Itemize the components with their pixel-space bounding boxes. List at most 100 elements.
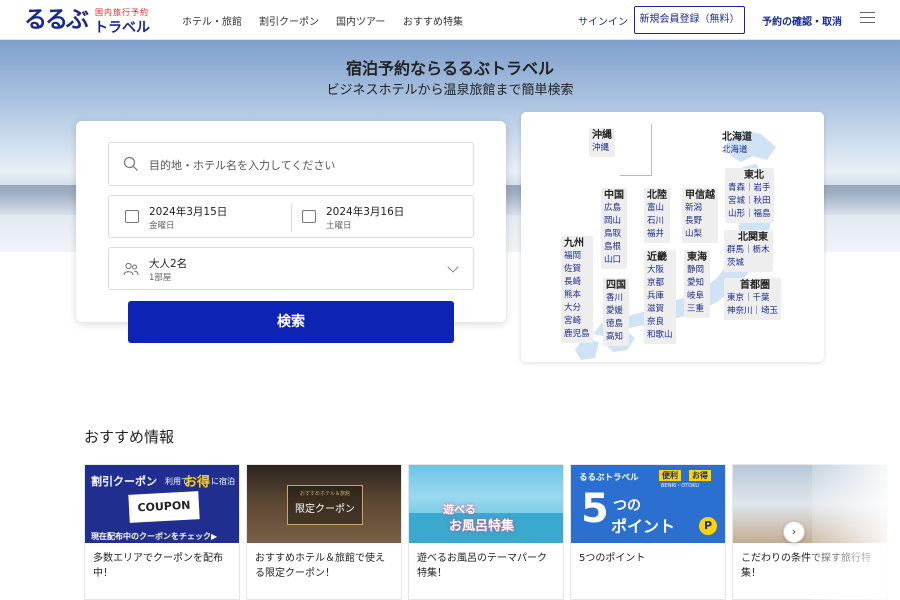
region-tohoku[interactable]: 東北 青森｜岩手 宮城｜秋田 山形｜福島 (725, 168, 774, 223)
pref-link[interactable]: 香川 (606, 292, 626, 305)
pref-link[interactable]: 山梨 (685, 228, 715, 241)
recommend-card-bath-theme[interactable]: 遊べる お風呂特集 遊べるお風呂のテーマパーク特集！ (408, 464, 564, 600)
pref-link[interactable]: 熊本 (564, 289, 590, 302)
region-shikoku[interactable]: 四国 香川 愛媛 徳島 高知 (603, 278, 629, 346)
pref-link[interactable]: 東京｜千葉 (727, 292, 778, 305)
region-tokai[interactable]: 東海 静岡 愛知 岐阜 三重 (684, 250, 710, 318)
card-caption: 遊べるお風呂のテーマパーク特集！ (417, 553, 547, 579)
region-name: 沖縄 (592, 130, 612, 141)
region-name: 首都圏 (740, 280, 770, 291)
pref-link[interactable]: 岡山 (604, 215, 624, 228)
date-divider (291, 203, 292, 232)
calendar-icon (302, 210, 316, 223)
pool-image: 遊べる お風呂特集 (409, 465, 563, 543)
destination-placeholder: 目的地・ホテル名を入力してください (149, 159, 336, 172)
nav-feature[interactable]: おすすめ特集 (403, 13, 463, 28)
recommend-card-five-points[interactable]: るるぶトラベル 便利 お得 BENRI・OTOKU 5 つの ポイント P 5つ… (570, 464, 726, 600)
pref-link[interactable]: 大阪 (647, 264, 673, 277)
region-kinki[interactable]: 近畿 大阪 京都 兵庫 滋賀 奈良 和歌山 (644, 250, 676, 344)
destination-input[interactable]: 目的地・ホテル名を入力してください (108, 142, 474, 186)
pref-link[interactable]: 福岡 (564, 250, 590, 263)
pref-link[interactable]: 高知 (606, 331, 626, 344)
banner-text: 現在配布中のクーポンをチェック▶ (91, 532, 218, 541)
pref-link[interactable]: 徳島 (606, 318, 626, 331)
pref-link[interactable]: 鳥取 (604, 228, 624, 241)
card-caption: おすすめホテル＆旅館で使える限定クーポン！ (255, 553, 385, 579)
search-icon (123, 156, 138, 171)
region-kitakanto[interactable]: 北関東 群馬｜栃木 茨城 (724, 230, 773, 272)
checkout-date: 2024年3月16日 (326, 206, 405, 218)
pref-link[interactable]: 山口 (604, 254, 624, 267)
pref-link[interactable]: 北海道 (722, 144, 752, 157)
japan-area-map: 沖縄 沖縄 北海道 北海道 東北 青森｜岩手 宮城｜秋田 山形｜福島 中国 広島… (521, 112, 824, 362)
region-kyushu[interactable]: 九州 福岡 佐賀 長崎 熊本 大分 宮崎 鹿児島 (561, 236, 593, 343)
region-shutoken[interactable]: 首都圏 東京｜千葉 神奈川｜埼玉 (724, 278, 782, 320)
register-button[interactable]: 新規会員登録（無料） (634, 6, 745, 34)
hamburger-icon[interactable] (860, 12, 875, 25)
guests-select[interactable]: 大人2名 1部屋 (108, 247, 474, 290)
section-title: おすすめ情報 (84, 428, 175, 446)
banner-tag: 便利 (659, 470, 681, 481)
banner-text: るるぶトラベル (579, 473, 639, 483)
pref-link[interactable]: 奈良 (647, 316, 673, 329)
pref-link[interactable]: 長崎 (564, 276, 590, 289)
pref-link[interactable]: 群馬｜栃木 (727, 244, 770, 257)
region-name: 北関東 (738, 232, 768, 243)
pref-link[interactable]: 鹿児島 (564, 328, 590, 341)
pref-link[interactable]: 兵庫 (647, 290, 673, 303)
pref-link[interactable]: 京都 (647, 277, 673, 290)
search-button[interactable]: 検索 (128, 301, 454, 343)
pref-link[interactable]: 大分 (564, 302, 590, 315)
nav-hotel[interactable]: ホテル・旅館 (182, 13, 242, 28)
header: るるぶ 国内旅行予約 トラベル ホテル・旅館 割引クーポン 国内ツアー おすすめ… (0, 0, 900, 40)
sign-frame: おすすめホテル＆旅館 限定クーポン (287, 485, 363, 525)
chevron-right-icon[interactable]: › (783, 521, 805, 543)
checkin-weekday: 金曜日 (149, 221, 175, 231)
region-name: 近畿 (647, 252, 667, 263)
hero-subtitle: ビジネスホテルから温泉旅館まで簡単検索 (326, 83, 574, 98)
banner-text: BENRI・OTOKU (661, 483, 700, 489)
region-hokuriku[interactable]: 北陸 富山 石川 福井 (644, 188, 670, 243)
recommend-card-limited-coupon[interactable]: おすすめホテル＆旅館 限定クーポン おすすめホテル＆旅館で使える限定クーポン！ (246, 464, 402, 600)
pref-link[interactable]: 新潟 (685, 202, 715, 215)
pref-link[interactable]: 茨城 (727, 257, 770, 270)
pref-link[interactable]: 愛媛 (606, 305, 626, 318)
pref-link[interactable]: 長野 (685, 215, 715, 228)
pref-link[interactable]: 石川 (647, 215, 667, 228)
pref-link[interactable]: 佐賀 (564, 263, 590, 276)
pref-link[interactable]: 山形｜福島 (728, 208, 771, 221)
coupon-banner-image: 割引クーポン 利用で お得 に宿泊 COUPON 現在配布中のクーポンをチェック… (85, 465, 239, 543)
calendar-icon (125, 210, 139, 223)
banner-text: 限定クーポン (295, 504, 355, 515)
pref-link[interactable]: 青森｜岩手 (728, 182, 771, 195)
pref-link[interactable]: 宮城｜秋田 (728, 195, 771, 208)
nav-tour[interactable]: 国内ツアー (336, 13, 385, 28)
pref-link[interactable]: 和歌山 (647, 329, 673, 342)
reservation-check-link[interactable]: 予約の確認・取消 (762, 13, 842, 28)
pref-link[interactable]: 宮崎 (564, 315, 590, 328)
pref-link[interactable]: 福井 (647, 228, 667, 241)
carousel-fade (812, 460, 900, 600)
banner-number: 5 (581, 486, 609, 532)
pref-link[interactable]: 広島 (604, 202, 624, 215)
region-hokkaido[interactable]: 北海道 北海道 (719, 130, 755, 159)
region-koshinetsu[interactable]: 甲信越 新潟 長野 山梨 (682, 188, 718, 243)
pref-link[interactable]: 三重 (687, 303, 707, 316)
region-chugoku[interactable]: 中国 広島 岡山 鳥取 島根 山口 (601, 188, 627, 269)
region-name: 中国 (604, 190, 624, 201)
nav-coupon[interactable]: 割引クーポン (259, 13, 319, 28)
pref-link[interactable]: 神奈川｜埼玉 (727, 305, 778, 318)
pref-link[interactable]: 沖縄 (592, 142, 612, 155)
pref-link[interactable]: 滋賀 (647, 303, 673, 316)
banner-text: ポイント (611, 517, 676, 536)
pref-link[interactable]: 静岡 (687, 264, 707, 277)
banner-text: つの (613, 498, 641, 514)
pref-link[interactable]: 島根 (604, 241, 624, 254)
pref-link[interactable]: 富山 (647, 202, 667, 215)
pref-link[interactable]: 愛知 (687, 277, 707, 290)
region-okinawa[interactable]: 沖縄 沖縄 (589, 128, 615, 157)
signin-link[interactable]: サインイン (578, 13, 628, 28)
card-caption: 多数エリアでクーポンを配布中！ (93, 553, 223, 579)
recommend-card-coupon[interactable]: 割引クーポン 利用で お得 に宿泊 COUPON 現在配布中のクーポンをチェック… (84, 464, 240, 600)
pref-link[interactable]: 岐阜 (687, 290, 707, 303)
